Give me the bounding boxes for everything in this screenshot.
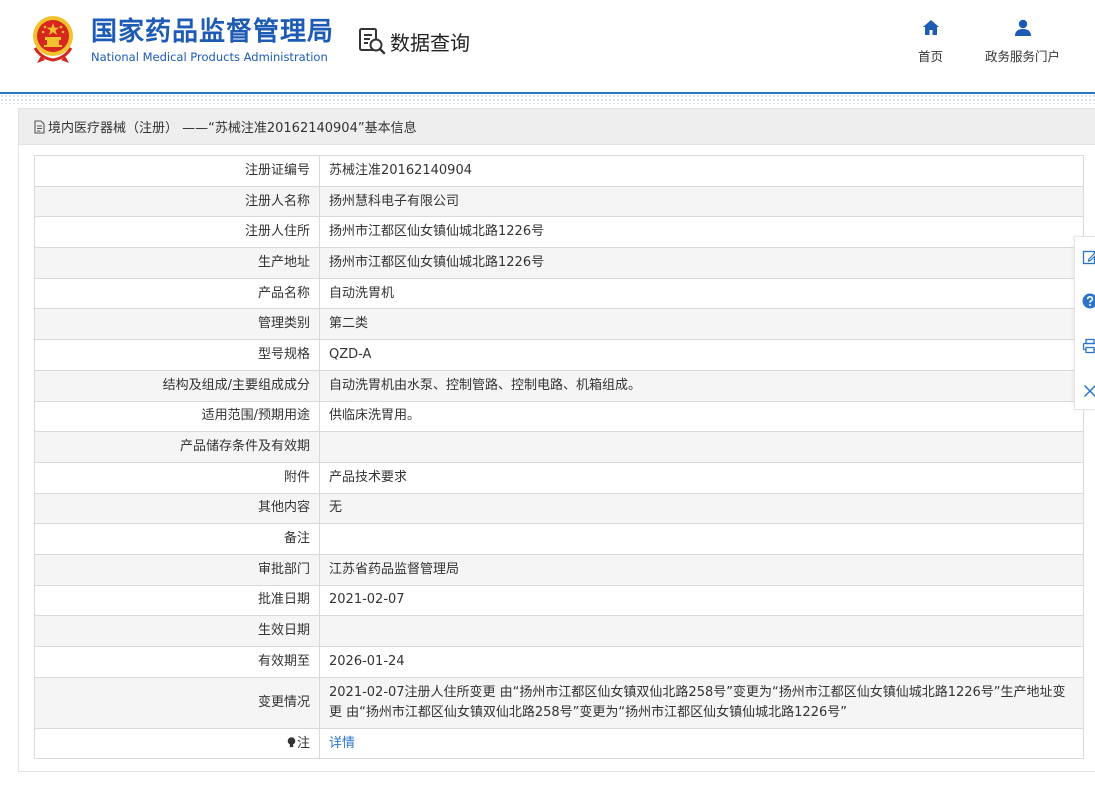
data-query-icon <box>359 28 386 55</box>
field-label: 注 <box>296 735 310 751</box>
field-label: 生产地址 <box>34 247 320 279</box>
data-query-label: 数据查询 <box>390 30 470 55</box>
registration-info-table: 注册证编号 苏械注准20162140904 注册人名称 扬州慧科电子有限公司 注… <box>34 155 1084 760</box>
table-row: 批准日期 2021-02-07 <box>34 584 1084 617</box>
table-row: 变更情况 2021-02-07注册人住所变更 由“扬州市江都区仙女镇双仙北路25… <box>34 676 1084 729</box>
field-label: 结构及组成/主要组成成分 <box>34 369 320 402</box>
field-value: 自动洗胃机 <box>319 277 1084 310</box>
brand-name-en: National Medical Products Administration <box>91 50 328 64</box>
nav-portal-link[interactable]: 政务服务门户 <box>985 18 1060 65</box>
table-row: 其他内容 无 <box>34 492 1084 525</box>
field-label: 适用范围/预期用途 <box>34 400 320 433</box>
field-value: 详情 <box>319 727 1084 760</box>
table-row: 注册人住所 扬州市江都区仙女镇仙城北路1226号 <box>34 216 1084 249</box>
field-label: 备注 <box>34 523 320 555</box>
table-row: 附件 产品技术要求 <box>34 461 1084 494</box>
field-label: 产品名称 <box>34 277 320 310</box>
table-row: 管理类别 第二类 <box>34 308 1084 341</box>
nav-portal-label: 政务服务门户 <box>985 49 1061 64</box>
print-icon[interactable] <box>1082 338 1095 354</box>
field-value: QZD-A <box>319 339 1084 371</box>
table-row: 备注 <box>34 523 1084 555</box>
table-row: 适用范围/预期用途 供临床洗胃用。 <box>34 400 1084 433</box>
field-value: 无 <box>319 492 1084 525</box>
help-icon[interactable] <box>1082 293 1095 309</box>
edit-icon[interactable] <box>1082 249 1095 265</box>
field-label: 变更情况 <box>34 676 320 729</box>
field-value: 江苏省药品监督管理局 <box>319 553 1084 586</box>
field-value: 扬州慧科电子有限公司 <box>319 185 1084 218</box>
brand[interactable]: 国家药品监督管理局 National Medical Products Admi… <box>91 15 334 64</box>
table-row: 结构及组成/主要组成成分 自动洗胃机由水泵、控制管路、控制电路、机箱组成。 <box>34 369 1084 402</box>
panel-title-text: 境内医疗器械（注册） ——“苏械注准20162140904”基本信息 <box>48 121 417 136</box>
field-label: 型号规格 <box>34 339 320 371</box>
header-pattern <box>0 94 1095 104</box>
field-label: 有效期至 <box>34 646 320 678</box>
table-row: 注册证编号 苏械注准20162140904 <box>34 155 1084 187</box>
table-row: 生效日期 <box>34 615 1084 647</box>
bulb-icon <box>287 736 296 747</box>
document-icon <box>34 119 45 134</box>
field-value: 第二类 <box>319 308 1084 341</box>
field-label: 产品储存条件及有效期 <box>34 431 320 463</box>
field-label: 注册人住所 <box>34 216 320 249</box>
field-label: 注册证编号 <box>34 155 320 187</box>
field-label: 审批部门 <box>34 553 320 586</box>
field-value: 2026-01-24 <box>319 646 1084 678</box>
close-icon[interactable] <box>1082 383 1095 399</box>
home-icon <box>922 20 939 35</box>
detail-panel: 境内医疗器械（注册） ——“苏械注准20162140904”基本信息 注册证编号… <box>18 108 1095 772</box>
field-value: 供临床洗胃用。 <box>319 400 1084 433</box>
field-value: 自动洗胃机由水泵、控制管路、控制电路、机箱组成。 <box>319 369 1084 402</box>
field-label: 其他内容 <box>34 492 320 525</box>
field-label: 批准日期 <box>34 584 320 617</box>
table-row: 有效期至 2026-01-24 <box>34 646 1084 678</box>
brand-name-cn: 国家药品监督管理局 <box>91 17 335 47</box>
table-row: 生产地址 扬州市江都区仙女镇仙城北路1226号 <box>34 247 1084 279</box>
field-label: 管理类别 <box>34 308 320 341</box>
site-header: 国家药品监督管理局 National Medical Products Admi… <box>0 0 1095 92</box>
field-value <box>319 431 1084 463</box>
user-icon <box>1014 19 1031 36</box>
field-value: 2021-02-07 <box>319 584 1084 617</box>
nav-home-label: 首页 <box>918 49 944 64</box>
table-row: 型号规格 QZD-A <box>34 339 1084 371</box>
field-value: 产品技术要求 <box>319 461 1084 494</box>
table-row: 注 详情 <box>34 727 1084 760</box>
table-row: 审批部门 江苏省药品监督管理局 <box>34 553 1084 586</box>
table-row: 产品储存条件及有效期 <box>34 431 1084 463</box>
national-emblem-icon[interactable] <box>29 14 77 64</box>
side-toolbar <box>1074 236 1095 410</box>
field-value: 扬州市江都区仙女镇仙城北路1226号 <box>319 216 1084 249</box>
data-query-title: 数据查询 <box>358 26 470 56</box>
field-label: 注册人名称 <box>34 185 320 218</box>
field-value: 2021-02-07注册人住所变更 由“扬州市江都区仙女镇双仙北路258号”变更… <box>319 676 1084 729</box>
field-label: 附件 <box>34 461 320 494</box>
nav-home-link[interactable]: 首页 <box>918 18 943 65</box>
details-link[interactable]: 详情 <box>329 736 355 751</box>
field-value: 扬州市江都区仙女镇仙城北路1226号 <box>319 247 1084 279</box>
field-value <box>319 523 1084 555</box>
table-row: 注册人名称 扬州慧科电子有限公司 <box>34 185 1084 218</box>
panel-title: 境内医疗器械（注册） ——“苏械注准20162140904”基本信息 <box>19 109 1095 145</box>
field-value: 苏械注准20162140904 <box>319 155 1084 187</box>
table-row: 产品名称 自动洗胃机 <box>34 277 1084 310</box>
field-value <box>319 615 1084 647</box>
field-label: 生效日期 <box>34 615 320 647</box>
note-label-cell: 注 <box>34 727 320 760</box>
